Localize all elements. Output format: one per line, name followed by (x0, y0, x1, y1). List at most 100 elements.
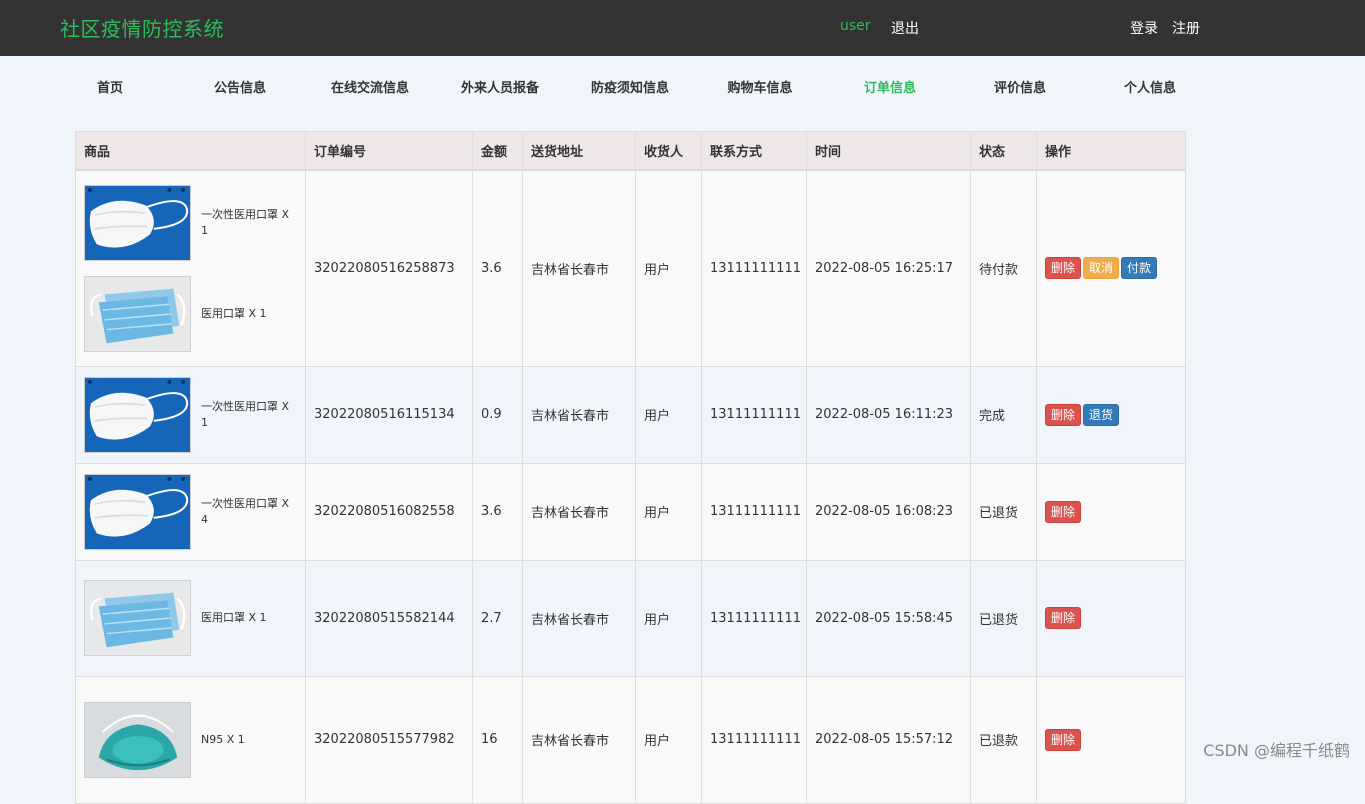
status-text: 已退货 (970, 462, 1037, 561)
header-actions: 操作 (1036, 131, 1186, 171)
goods-item: 一次性医用口罩 X 4 (84, 468, 297, 556)
order-time: 2022-08-05 16:25:17 (806, 169, 971, 367)
kn95-mask-image[interactable] (84, 473, 191, 550)
nav-item-home[interactable]: 首页 (45, 77, 175, 96)
actions-cell: 删除 退货 (1036, 365, 1186, 464)
phone: 13111111111 (701, 559, 807, 677)
nav-item-profile[interactable]: 个人信息 (1085, 77, 1215, 96)
header-phone: 联系方式 (701, 131, 807, 171)
amount: 3.6 (472, 169, 523, 367)
nav-item-announcements[interactable]: 公告信息 (175, 77, 305, 96)
header-status: 状态 (970, 131, 1037, 171)
order-time: 2022-08-05 15:58:45 (806, 559, 971, 677)
nav-item-orders[interactable]: 订单信息 (825, 77, 955, 96)
order-number: 32022080516115134 (305, 365, 473, 464)
header-goods: 商品 (75, 131, 306, 171)
receiver: 用户 (635, 365, 702, 464)
goods-name: N95 X 1 (201, 732, 245, 746)
amount: 3.6 (472, 462, 523, 561)
order-time: 2022-08-05 15:57:12 (806, 675, 971, 804)
table-row: 医用口罩 X 1 32022080515582144 2.7 吉林省长春市 用户 1311… (75, 559, 1186, 677)
amount: 2.7 (472, 559, 523, 677)
amount: 16 (472, 675, 523, 804)
delete-button[interactable]: 删除 (1045, 607, 1082, 629)
receiver: 用户 (635, 462, 702, 561)
goods-item: N95 X 1 (84, 696, 297, 784)
nav-item-cart[interactable]: 购物车信息 (695, 77, 825, 96)
order-number: 32022080515582144 (305, 559, 473, 677)
goods-cell: 一次性医用口罩 X 4 (75, 462, 306, 561)
top-bar: 社区疫情防控系统 user 退出 登录 注册 (0, 0, 1365, 56)
address: 吉林省长春市 (522, 169, 636, 367)
order-number: 32022080516258873 (305, 169, 473, 367)
status-text: 待付款 (970, 169, 1037, 367)
phone: 13111111111 (701, 365, 807, 464)
goods-cell: 医用口罩 X 1 (75, 559, 306, 677)
cancel-button[interactable]: 取消 (1083, 257, 1120, 280)
address: 吉林省长春市 (522, 365, 636, 464)
actions-cell: 删除 取消 付款 (1036, 169, 1186, 367)
n95-mask-image[interactable] (84, 701, 191, 778)
actions-cell: 删除 (1036, 675, 1186, 804)
nav-item-online-chat[interactable]: 在线交流信息 (305, 77, 435, 96)
goods-name: 一次性医用口罩 X 1 (201, 207, 290, 237)
receiver: 用户 (635, 169, 702, 367)
actions-cell: 删除 (1036, 462, 1186, 561)
table-header-row: 商品 订单编号 金额 送货地址 收货人 联系方式 时间 状态 操作 (75, 131, 1186, 171)
kn95-mask-image[interactable] (84, 376, 191, 453)
status-text: 完成 (970, 365, 1037, 464)
header-address: 送货地址 (522, 131, 636, 171)
nav-item-prevention-notice[interactable]: 防疫须知信息 (565, 77, 695, 96)
header-order-no: 订单编号 (305, 131, 473, 171)
nav-item-visitor-report[interactable]: 外来人员报备 (435, 77, 565, 96)
orders-table: 商品 订单编号 金额 送货地址 收货人 联系方式 时间 状态 操作 一次性医用口… (75, 131, 1186, 804)
goods-name: 医用口罩 X 1 (201, 611, 267, 624)
order-number: 32022080516082558 (305, 462, 473, 561)
watermark: CSDN @编程千纸鹤 (1203, 741, 1350, 760)
status-text: 已退货 (970, 559, 1037, 677)
table-row: N95 X 1 32022080515577982 16 吉林省长春市 用户 131111… (75, 675, 1186, 804)
address: 吉林省长春市 (522, 462, 636, 561)
address: 吉林省长春市 (522, 559, 636, 677)
header-amount: 金额 (472, 131, 523, 171)
address: 吉林省长春市 (522, 675, 636, 804)
order-number: 32022080515577982 (305, 675, 473, 804)
table-row: 一次性医用口罩 X 1 32022080516115134 0.9 吉林省长春市 用户 1… (75, 365, 1186, 464)
amount: 0.9 (472, 365, 523, 464)
pay-button[interactable]: 付款 (1121, 257, 1158, 280)
actions-cell: 删除 (1036, 559, 1186, 677)
surgical-mask-image[interactable] (84, 275, 191, 352)
table-row: 一次性医用口罩 X 4 32022080516082558 3.6 吉林省长春市 用户 1… (75, 462, 1186, 561)
phone: 13111111111 (701, 169, 807, 367)
delete-button[interactable]: 删除 (1045, 403, 1082, 426)
header-receiver: 收货人 (635, 131, 702, 171)
goods-name: 一次性医用口罩 X 4 (201, 496, 290, 526)
order-time: 2022-08-05 16:11:23 (806, 365, 971, 464)
receiver: 用户 (635, 559, 702, 677)
logout-link[interactable]: 退出 (891, 18, 919, 38)
delete-button[interactable]: 删除 (1045, 728, 1082, 751)
main-nav: 首页 公告信息 在线交流信息 外来人员报备 防疫须知信息 购物车信息 订单信息 … (0, 56, 1365, 116)
table-row: 一次性医用口罩 X 1 医用口罩 X 1 32022080516258873 3.6 吉… (75, 169, 1186, 367)
site-title: 社区疫情防控系统 (60, 17, 224, 41)
login-link[interactable]: 登录 (1130, 18, 1158, 38)
delete-button[interactable]: 删除 (1045, 500, 1082, 523)
goods-item: 一次性医用口罩 X 1 (84, 179, 297, 267)
register-link[interactable]: 注册 (1172, 18, 1200, 38)
goods-cell: 一次性医用口罩 X 1 (75, 365, 306, 464)
goods-item: 一次性医用口罩 X 1 (84, 371, 297, 459)
surgical-mask-image[interactable] (84, 580, 191, 656)
kn95-mask-image[interactable] (84, 184, 191, 261)
order-time: 2022-08-05 16:08:23 (806, 462, 971, 561)
phone: 13111111111 (701, 675, 807, 804)
delete-button[interactable]: 删除 (1045, 257, 1082, 280)
current-user-link[interactable]: user (840, 18, 871, 34)
goods-cell: 一次性医用口罩 X 1 医用口罩 X 1 (75, 169, 306, 367)
goods-name: 医用口罩 X 1 (201, 306, 267, 320)
goods-item: 医用口罩 X 1 (84, 574, 297, 662)
goods-name: 一次性医用口罩 X 1 (201, 399, 290, 429)
status-text: 已退款 (970, 675, 1037, 804)
goods-cell: N95 X 1 (75, 675, 306, 804)
return-button[interactable]: 退货 (1083, 403, 1120, 426)
nav-item-reviews[interactable]: 评价信息 (955, 77, 1085, 96)
